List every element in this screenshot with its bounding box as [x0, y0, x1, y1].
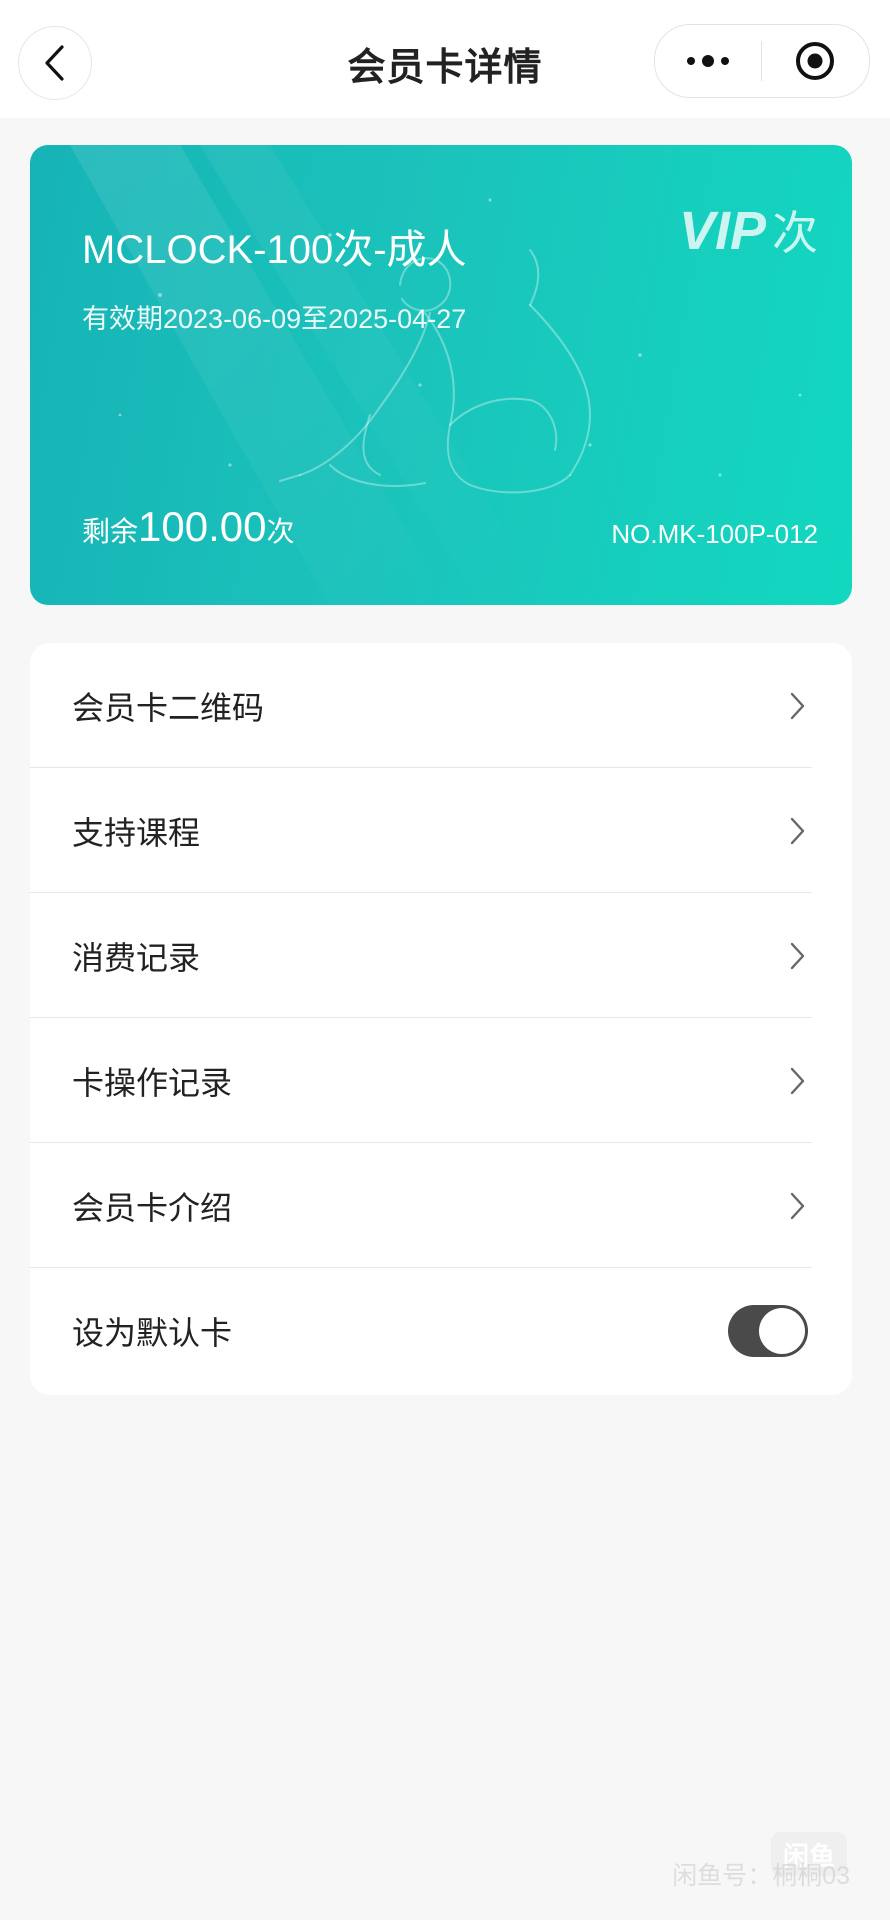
menu-item-supported-courses[interactable]: 支持课程 [30, 768, 852, 893]
menu-item-card-introduction[interactable]: 会员卡介绍 [30, 1143, 852, 1268]
card-balance: 剩余100.00次 [82, 503, 295, 551]
balance-value: 100.00 [138, 503, 267, 550]
vip-text: VIP [678, 201, 766, 261]
card-name: MCLOCK-100次-成人 [82, 228, 467, 272]
menu-item-label: 设为默认卡 [72, 1314, 233, 1351]
top-navigation-bar: 会员卡详情 [0, 0, 890, 118]
card-menu-list: 会员卡二维码 支持课程 消费记录 卡操作记录 会员卡介绍 设为默认卡 [30, 643, 852, 1395]
balance-label: 剩余 [82, 516, 139, 547]
close-miniprogram-button[interactable] [762, 25, 868, 97]
chevron-right-icon [790, 692, 805, 719]
vip-badge: VIP 次 [679, 197, 818, 263]
chevron-right-icon [790, 942, 805, 969]
menu-item-label: 支持课程 [72, 814, 201, 851]
menu-item-label: 消费记录 [72, 939, 201, 976]
mini-program-capsule [654, 24, 870, 98]
vip-unit: 次 [772, 207, 818, 259]
menu-item-label: 会员卡二维码 [72, 689, 265, 726]
card-validity: 有效期2023-06-09至2025-04-27 [82, 304, 467, 334]
chevron-right-icon [790, 1067, 805, 1094]
card-number: NO.MK-100P-012 [611, 519, 818, 549]
default-card-toggle[interactable] [728, 1304, 808, 1357]
target-icon [796, 42, 834, 80]
menu-item-label: 会员卡介绍 [72, 1189, 233, 1226]
watermark-text: 闲鱼号：桐桐03 [672, 1862, 850, 1890]
menu-item-qr-code[interactable]: 会员卡二维码 [30, 643, 852, 768]
more-button[interactable] [655, 25, 761, 97]
menu-item-card-operation-records[interactable]: 卡操作记录 [30, 1018, 852, 1143]
more-dots-icon [687, 55, 729, 67]
toggle-knob [759, 1307, 805, 1354]
menu-item-consumption-records[interactable]: 消费记录 [30, 893, 852, 1018]
chevron-right-icon [790, 817, 805, 844]
membership-card: MCLOCK-100次-成人 有效期2023-06-09至2025-04-27 … [30, 145, 852, 605]
menu-item-set-default-card: 设为默认卡 [30, 1268, 852, 1393]
balance-unit: 次 [266, 516, 295, 547]
menu-item-label: 卡操作记录 [72, 1064, 233, 1101]
chevron-right-icon [790, 1192, 805, 1219]
